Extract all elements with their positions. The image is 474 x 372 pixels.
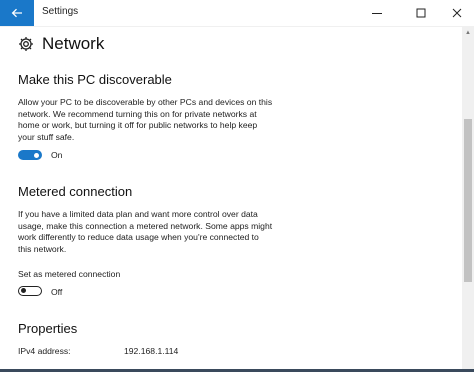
discoverable-toggle-state: On — [51, 150, 63, 160]
minimize-button[interactable] — [360, 0, 394, 26]
settings-window: Settings Network Make this PC discoverab… — [0, 0, 474, 369]
metered-setting-label: Set as metered connection — [18, 269, 121, 279]
ipv4-value: 192.168.1.114 — [124, 346, 179, 356]
metered-line-3: work differently to reduce data usage wh… — [18, 232, 259, 243]
ipv4-label: IPv4 address: — [18, 346, 71, 356]
metered-heading: Metered connection — [18, 184, 133, 199]
discoverable-line-4: your stuff safe. — [18, 131, 75, 142]
back-arrow-icon — [11, 8, 22, 18]
discoverable-line-3: home or work, but turning it off for pub… — [18, 120, 258, 131]
toggle-knob — [34, 152, 39, 158]
close-icon — [452, 8, 462, 18]
metered-line-1: If you have a limited data plan and want… — [18, 209, 258, 219]
metered-toggle[interactable] — [18, 286, 42, 296]
title-bar: Settings — [0, 0, 474, 27]
minimize-icon — [372, 13, 382, 14]
gear-icon — [19, 37, 33, 51]
metered-line-2: usage, make this connection a metered ne… — [18, 220, 273, 231]
scroll-thumb[interactable] — [464, 119, 472, 282]
vertical-scrollbar[interactable]: ▲ — [462, 27, 474, 369]
discoverable-line-1: Allow your PC to be discoverable by othe… — [18, 97, 273, 107]
metered-toggle-state: Off — [51, 287, 63, 297]
discoverable-heading: Make this PC discoverable — [18, 72, 172, 87]
maximize-icon — [416, 8, 426, 18]
properties-heading: Properties — [18, 321, 78, 336]
close-button[interactable] — [440, 0, 474, 26]
scroll-up-arrow-icon[interactable]: ▲ — [462, 27, 474, 39]
page-title: Network — [42, 34, 105, 53]
discoverable-toggle[interactable] — [18, 150, 42, 160]
toggle-knob — [21, 288, 26, 293]
discoverable-description: Allow your PC to be discoverable by othe… — [18, 97, 293, 143]
discoverable-line-2: network. We recommend turning this on fo… — [18, 108, 257, 119]
metered-line-4: this network. — [18, 243, 67, 254]
metered-description: If you have a limited data plan and want… — [18, 209, 293, 255]
maximize-button[interactable] — [404, 0, 438, 26]
back-button[interactable] — [0, 0, 34, 26]
window-title: Settings — [42, 6, 79, 17]
